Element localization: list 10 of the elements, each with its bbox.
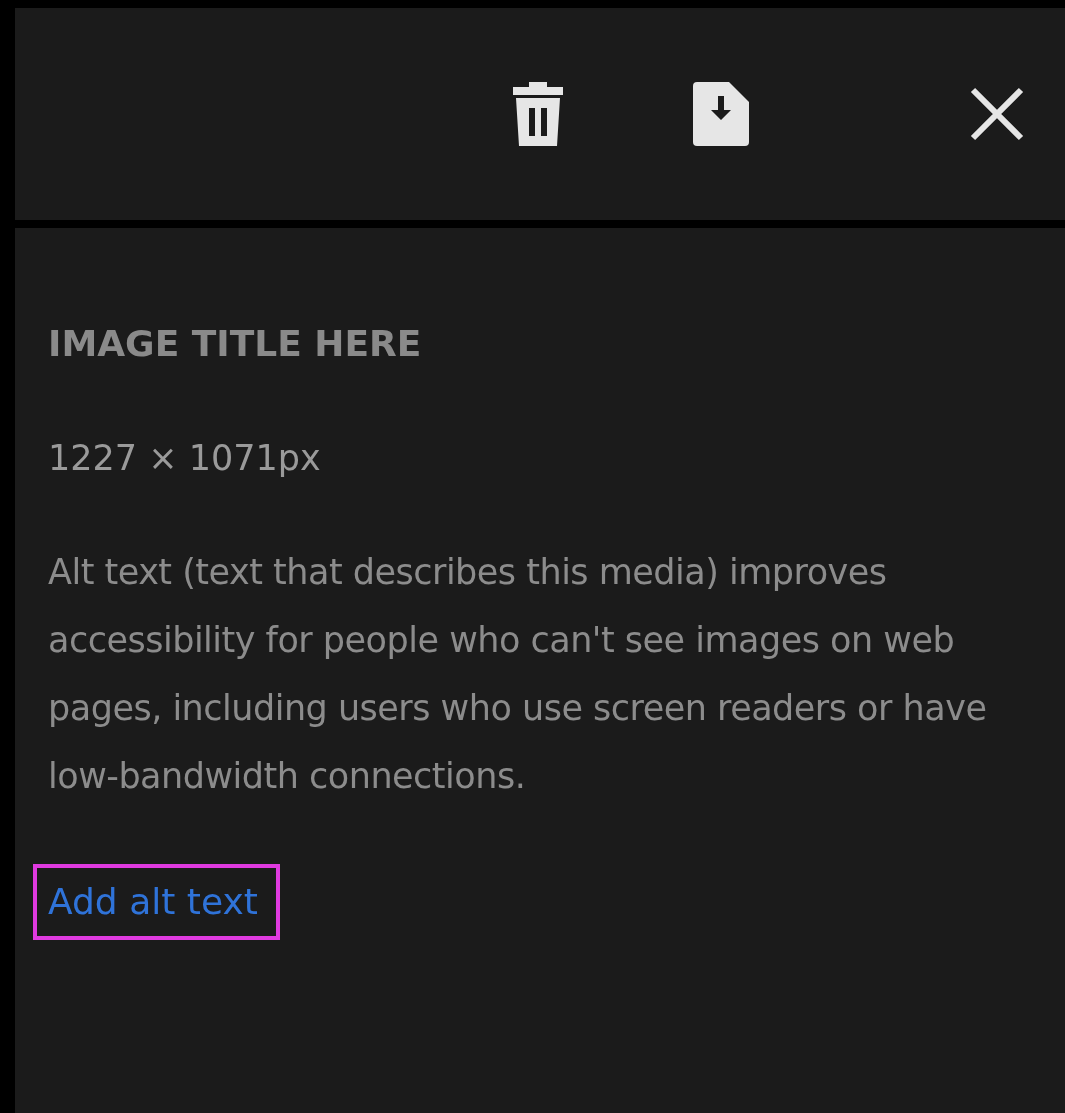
close-icon bbox=[969, 86, 1025, 142]
trash-icon bbox=[511, 82, 565, 146]
file-download-icon bbox=[693, 82, 749, 146]
alt-text-description: Alt text (text that describes this media) improves accessibility for people who can't see images on web pages, including users who use screen readers or have low-bandwidth connections. bbox=[48, 551, 988, 798]
close-button[interactable] bbox=[969, 86, 1025, 142]
add-alt-text-link[interactable]: Add alt text bbox=[33, 864, 280, 940]
delete-button[interactable] bbox=[511, 82, 565, 146]
image-dimensions: 1227 × 1071px bbox=[48, 437, 321, 480]
image-title: IMAGE TITLE HERE bbox=[48, 322, 422, 366]
download-button[interactable] bbox=[693, 82, 749, 146]
